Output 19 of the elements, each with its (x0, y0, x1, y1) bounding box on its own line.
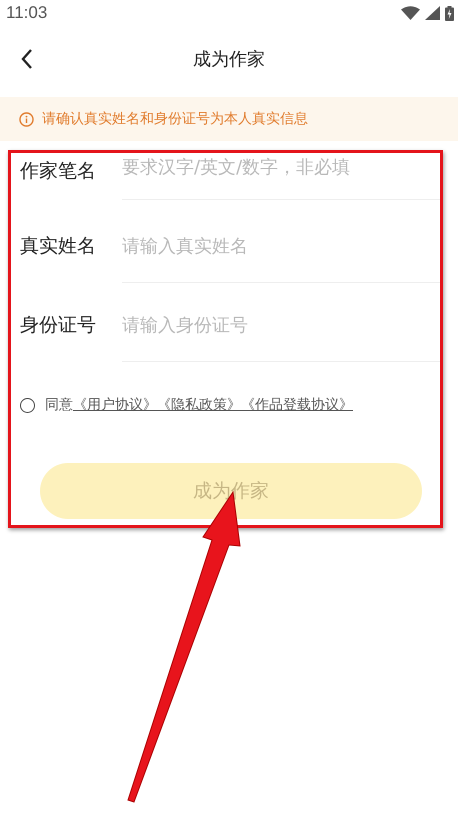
field-label: 身份证号 (20, 313, 97, 337)
status-time: 11:03 (6, 3, 48, 23)
agreement-link[interactable]: 《隐私政策》 (157, 396, 241, 414)
field-label: 真实姓名 (20, 234, 97, 258)
input-field[interactable]: 请输入真实姓名 (122, 226, 440, 283)
field-label: 作家笔名 (20, 159, 97, 183)
input-field[interactable]: 请输入身份证号 (122, 305, 440, 362)
battery-icon (445, 6, 454, 20)
info-icon (19, 112, 34, 126)
back-icon[interactable] (20, 48, 34, 70)
page-title: 成为作家 (193, 48, 265, 71)
agree-text: 同意 (45, 396, 73, 414)
agreement-link[interactable]: 《用户协议》 (73, 396, 157, 414)
input-field[interactable]: 要求汉字/英文/数字，非必填 (122, 151, 440, 200)
notice-text: 请确认真实姓名和身份证号为本人真实信息 (42, 110, 308, 128)
wifi-icon (401, 6, 420, 20)
agree-checkbox[interactable] (20, 398, 35, 412)
agreement-link[interactable]: 《作品登载协议》 (241, 396, 353, 414)
signal-icon (425, 6, 440, 20)
